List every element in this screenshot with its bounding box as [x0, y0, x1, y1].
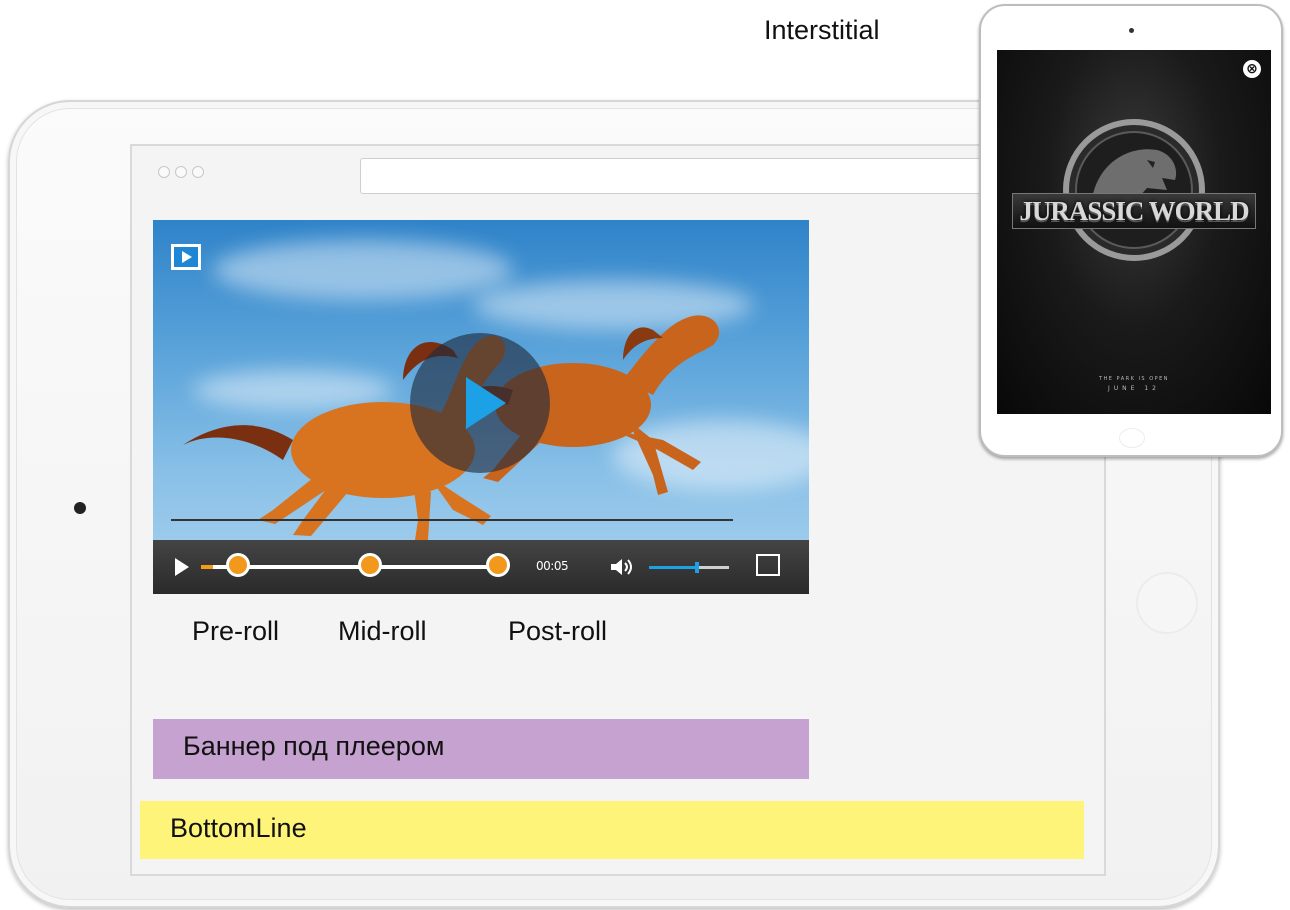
phone-home-button[interactable]	[1119, 428, 1145, 448]
poster-date: JUNE 12	[1108, 385, 1160, 392]
player-logo-icon	[171, 244, 201, 270]
window-controls	[158, 166, 204, 178]
home-button[interactable]	[1136, 572, 1198, 634]
window-minimize-dot[interactable]	[175, 166, 187, 178]
poster-title-text: JURASSIC WORLD	[1012, 193, 1256, 229]
pre-roll-label: Pre-roll	[192, 616, 280, 646]
mid-roll-marker[interactable]	[358, 553, 382, 577]
dinosaur-logo-icon	[1063, 119, 1205, 261]
time-display: 00:05	[536, 559, 569, 573]
volume-knob[interactable]	[695, 562, 699, 573]
bottomline-banner[interactable]: BottomLine	[140, 801, 1084, 859]
pre-roll-marker[interactable]	[226, 553, 250, 577]
volume-icon[interactable]	[609, 557, 635, 577]
banner-under-player[interactable]: Баннер под плеером	[153, 719, 809, 779]
play-icon[interactable]	[175, 558, 189, 576]
poster-title: JURASSIC WORLD	[1005, 193, 1263, 229]
mid-roll-label: Mid-roll	[338, 616, 427, 646]
bottomline-label: BottomLine	[170, 813, 307, 843]
post-roll-marker[interactable]	[486, 553, 510, 577]
fullscreen-icon[interactable]	[756, 554, 780, 576]
close-icon[interactable]: ⊗	[1243, 60, 1261, 78]
camera-icon	[74, 502, 86, 514]
overlay-line	[171, 519, 733, 521]
poster-tagline: THE PARK IS OPEN	[1098, 376, 1170, 382]
interstitial-label: Interstitial	[764, 15, 880, 45]
interstitial-ad[interactable]: ⊗ JURASSIC WORLD THE PARK IS OPEN JUNE 1…	[997, 50, 1271, 414]
video-player[interactable]: 00:05	[153, 220, 809, 594]
banner-under-player-label: Баннер под плеером	[183, 731, 445, 761]
volume-slider[interactable]	[649, 562, 729, 573]
window-zoom-dot[interactable]	[192, 166, 204, 178]
address-bar[interactable]	[360, 158, 1002, 194]
post-roll-label: Post-roll	[508, 616, 608, 646]
camera-icon	[1129, 28, 1134, 33]
player-controls: 00:05	[153, 540, 809, 594]
browser-window: 00:05 Pre-roll Mid-roll Post-roll Баннер…	[130, 144, 1106, 876]
interstitial-device: ⊗ JURASSIC WORLD THE PARK IS OPEN JUNE 1…	[979, 4, 1283, 457]
big-play-button[interactable]	[410, 333, 550, 473]
volume-fill	[649, 566, 697, 569]
window-close-dot[interactable]	[158, 166, 170, 178]
